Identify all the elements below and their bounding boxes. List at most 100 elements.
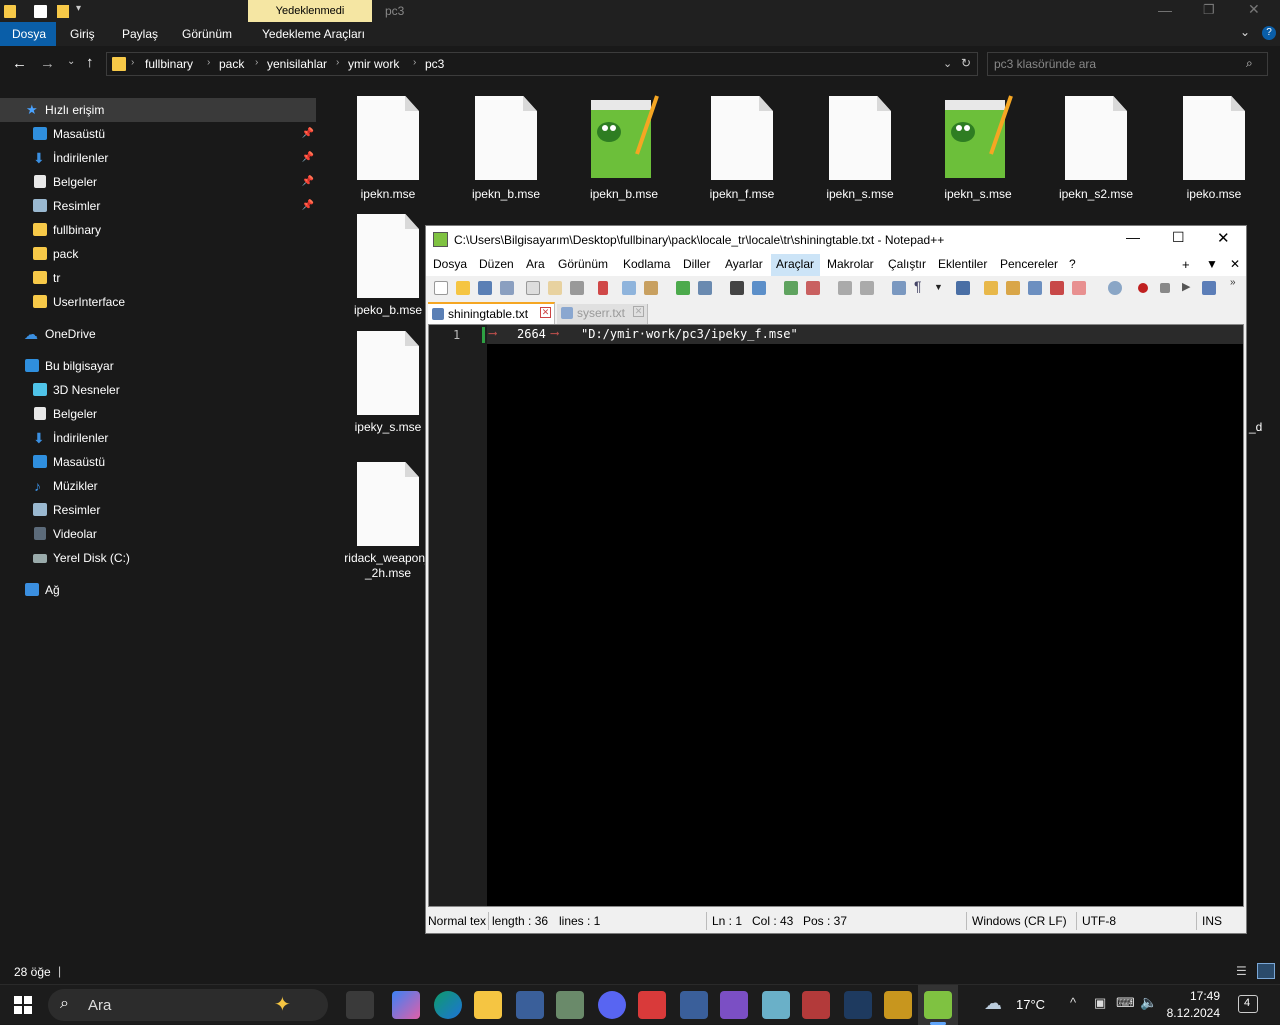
- weather-icon[interactable]: ☁: [984, 993, 1002, 1014]
- search-input[interactable]: pc3 klasöründe ara ⌕: [987, 52, 1268, 76]
- tab-yedekleme-araclari[interactable]: Yedekleme Araçları: [262, 27, 365, 41]
- tray-chevron-icon[interactable]: ^: [1070, 995, 1076, 1010]
- nav-item-fullbinary[interactable]: fullbinary: [0, 218, 318, 242]
- doc-list-icon[interactable]: [1028, 281, 1042, 295]
- volume-icon[interactable]: 🔈: [1140, 994, 1157, 1011]
- tab-close-icon[interactable]: ✕: [540, 307, 551, 318]
- tab-gorunum[interactable]: Görünüm: [182, 27, 232, 41]
- breadcrumb-fullbinary[interactable]: fullbinary: [145, 57, 193, 71]
- breadcrumb-pc3[interactable]: pc3: [425, 57, 444, 71]
- notepad-plus-plus-taskbar-button[interactable]: [918, 985, 958, 1025]
- nav-item-yerel-disk[interactable]: Yerel Disk (C:): [0, 546, 318, 570]
- tab-syserr[interactable]: syserr.txt ✕: [557, 304, 648, 324]
- menu-pencereler[interactable]: Pencereler: [1000, 257, 1058, 271]
- stop-macro-icon[interactable]: [1160, 283, 1170, 293]
- nav-network[interactable]: Ağ: [0, 578, 318, 602]
- network-icon[interactable]: ⌨: [1116, 995, 1135, 1011]
- new-file-icon[interactable]: [434, 281, 448, 295]
- tab-paylas[interactable]: Paylaş: [122, 27, 158, 41]
- undo-icon[interactable]: [676, 281, 690, 295]
- details-view-icon[interactable]: ☰: [1236, 964, 1247, 978]
- help-icon[interactable]: ?: [1262, 26, 1276, 40]
- address-input[interactable]: › fullbinary › pack › yenisilahlar › ymi…: [106, 52, 978, 76]
- recent-locations-icon[interactable]: ⌄: [67, 56, 75, 67]
- tab-close-icon[interactable]: ✕: [633, 306, 644, 317]
- restore-button[interactable]: ❐: [1203, 2, 1215, 18]
- refresh-icon[interactable]: ↻: [961, 56, 971, 70]
- notes-icon[interactable]: [762, 991, 790, 1019]
- close-button[interactable]: ✕: [1248, 1, 1260, 18]
- doc-map-icon[interactable]: [1006, 281, 1020, 295]
- store-app-icon[interactable]: [556, 991, 584, 1019]
- breadcrumb-yenisilahlar[interactable]: yenisilahlar: [267, 57, 327, 71]
- menu-kodlama[interactable]: Kodlama: [623, 257, 670, 271]
- forward-icon[interactable]: →: [40, 55, 55, 72]
- copy-icon[interactable]: [622, 281, 636, 295]
- word-wrap-icon[interactable]: [892, 281, 906, 295]
- replace-icon[interactable]: [752, 281, 766, 295]
- chevron-down-icon[interactable]: ⌄: [1240, 25, 1250, 39]
- game-app-icon[interactable]: [884, 991, 912, 1019]
- menu-makrolar[interactable]: Makrolar: [827, 257, 874, 271]
- sync-vertical-icon[interactable]: [838, 281, 852, 295]
- menu-duzen[interactable]: Düzen: [479, 257, 514, 271]
- toolbar-overflow-icon[interactable]: »: [1230, 277, 1244, 291]
- paste-icon[interactable]: [644, 281, 658, 295]
- menu-eklentiler[interactable]: Eklentiler: [938, 257, 987, 271]
- nav-item-3d-nesneler[interactable]: 3D Nesneler: [0, 378, 318, 402]
- close-doc-icon[interactable]: ✕: [1230, 257, 1240, 271]
- plus-icon[interactable]: +: [1182, 257, 1190, 272]
- record-macro-icon[interactable]: [1138, 283, 1148, 293]
- folder-workspace-icon[interactable]: [1072, 281, 1086, 295]
- task-view-icon[interactable]: [346, 991, 374, 1019]
- indent-guide-icon[interactable]: [956, 281, 970, 295]
- save-icon[interactable]: [478, 281, 492, 295]
- open-icon[interactable]: [456, 281, 470, 295]
- start-icon[interactable]: [14, 996, 32, 1014]
- menu-calistir[interactable]: Çalıştır: [888, 257, 926, 271]
- back-icon[interactable]: ←: [12, 55, 27, 72]
- menu-dosya[interactable]: Dosya: [433, 257, 467, 271]
- zoom-out-icon[interactable]: [806, 281, 820, 295]
- close-icon[interactable]: [526, 281, 540, 295]
- tab-dosya[interactable]: Dosya: [0, 22, 56, 46]
- copilot-icon[interactable]: [392, 991, 420, 1019]
- menu-ara[interactable]: Ara: [526, 257, 545, 271]
- tray-device-icon[interactable]: ▣: [1094, 995, 1106, 1011]
- show-all-chars-icon[interactable]: ¶: [914, 278, 928, 294]
- sync-horizontal-icon[interactable]: [860, 281, 874, 295]
- text-editor[interactable]: 1 ⟶ 2664 ⟶ "D:/ymir·work/pc3/ipeky_f.mse…: [428, 324, 1244, 907]
- tab-giris[interactable]: Giriş: [70, 27, 95, 41]
- npp-close-button[interactable]: ✕: [1217, 229, 1230, 247]
- save-all-icon[interactable]: [500, 281, 514, 295]
- monitoring-icon[interactable]: [1108, 281, 1122, 295]
- menu-araclar-highlight[interactable]: Araçlar: [771, 254, 820, 276]
- redo-icon[interactable]: [698, 281, 712, 295]
- visual-studio-icon[interactable]: [720, 991, 748, 1019]
- file-explorer-icon[interactable]: [474, 991, 502, 1019]
- clock-time[interactable]: 17:49: [1170, 989, 1220, 1003]
- menu-diller[interactable]: Diller: [683, 257, 710, 271]
- edge-icon[interactable]: [434, 991, 462, 1019]
- nav-item-masaustu-pc[interactable]: Masaüstü: [0, 450, 318, 474]
- large-icons-view-icon[interactable]: [1257, 963, 1275, 979]
- customize-qat-icon[interactable]: ▾: [76, 3, 81, 14]
- nav-item-resimler-pc[interactable]: Resimler: [0, 498, 318, 522]
- clock-date[interactable]: 8.12.2024: [1160, 1006, 1220, 1020]
- nav-item-videolar[interactable]: Videolar: [0, 522, 318, 546]
- breadcrumb-pack[interactable]: pack: [219, 57, 244, 71]
- nav-item-belgeler-pc[interactable]: Belgeler: [0, 402, 318, 426]
- network-tool-icon[interactable]: [680, 991, 708, 1019]
- nav-this-pc[interactable]: Bu bilgisayar: [0, 354, 318, 378]
- epack-icon[interactable]: [844, 991, 872, 1019]
- close-all-icon[interactable]: [548, 281, 562, 295]
- play-macro-icon[interactable]: ▶: [1182, 280, 1196, 294]
- menu-ayarlar[interactable]: Ayarlar: [725, 257, 763, 271]
- app-red-icon[interactable]: [638, 991, 666, 1019]
- up-icon[interactable]: ↑: [86, 54, 94, 71]
- weather-temp[interactable]: 17°C: [1016, 997, 1045, 1012]
- breadcrumb-ymir-work[interactable]: ymir work: [348, 57, 399, 71]
- nav-item-pack[interactable]: pack: [0, 242, 318, 266]
- nav-item-muzikler[interactable]: ♪ Müzikler: [0, 474, 318, 498]
- minimize-button[interactable]: —: [1158, 2, 1172, 18]
